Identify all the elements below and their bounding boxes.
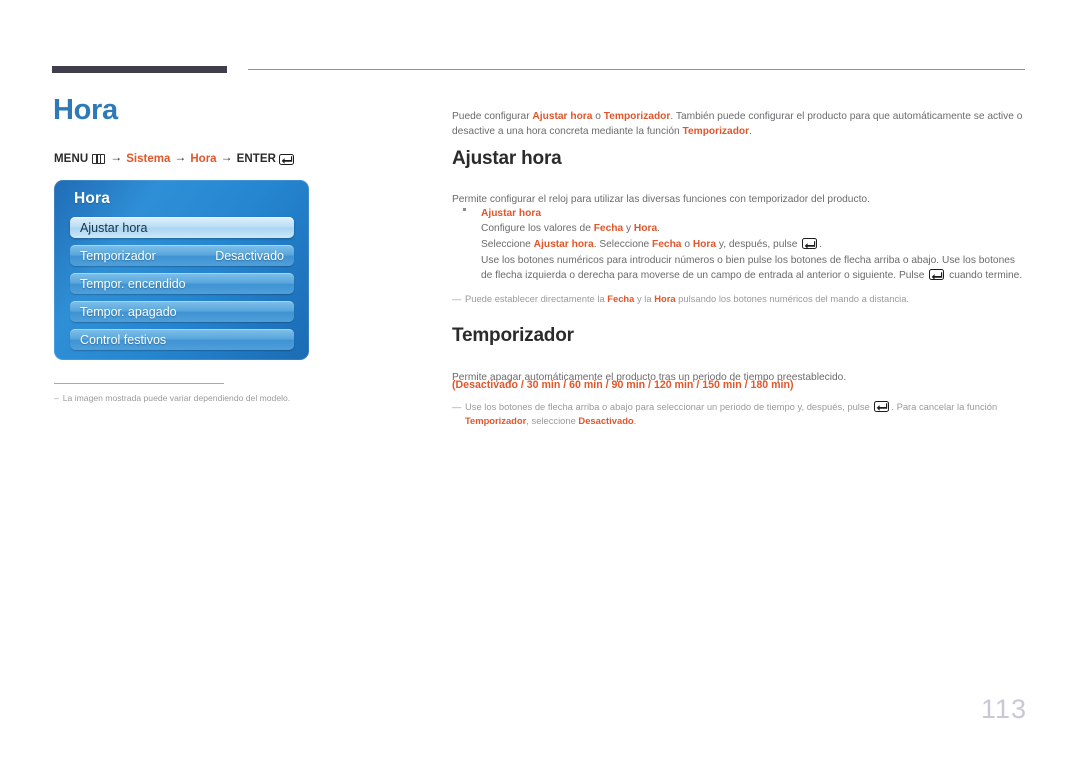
osd-item-label: Tempor. apagado [80,304,177,319]
header-rule-thin [248,69,1025,70]
note-text: Puede establecer directamente la [465,293,608,304]
sub-line-text: y, después, pulse [716,239,801,251]
osd-item-label: Tempor. encendido [80,276,186,291]
enter-key-icon [802,238,818,250]
document-page: Hora MENU → Sistema → Hora → ENTER Hora … [0,0,1080,763]
sub-line-text: . [657,223,660,235]
sub-line-text: cuando termine. [946,270,1023,282]
note-text: . [633,415,637,427]
sub-line-seleccione: Seleccione Ajustar hora. Seleccione Fech… [452,237,1027,253]
osd-item-label: Ajustar hora [80,220,148,235]
highlight-desactivado: Desactivado [578,415,634,427]
sub-line-text: y [623,223,634,235]
osd-item-control-festivos[interactable]: Control festivos [70,329,294,350]
figure-note-dash: – [54,393,59,403]
sub-line-text: . Seleccione [593,239,653,251]
breadcrumb: MENU → Sistema → Hora → ENTER [54,150,295,166]
bullet-title: Ajustar hora [481,208,542,219]
figure-note-text: La imagen mostrada puede variar dependie… [62,393,291,403]
intro-text: . [749,125,752,137]
intro-paragraph: Puede configurar Ajustar hora o Temporiz… [452,110,1027,140]
highlight-hora: Hora [654,293,676,304]
figure-note: – La imagen mostrada puede variar dependi… [54,392,324,404]
highlight-hora: Hora [692,239,717,251]
breadcrumb-step-hora: Hora [190,153,217,165]
breadcrumb-arrow-3: → [220,150,233,164]
breadcrumb-arrow-2: → [174,150,187,164]
temporizador-options: (Desactivado / 30 min / 60 min / 90 min … [452,379,794,391]
page-title: Hora [53,94,118,126]
osd-item-label: Control festivos [80,332,167,347]
osd-menu-panel: Hora Ajustar hora Temporizador Desactiva… [54,180,309,360]
sub-line-text: Seleccione [481,239,534,251]
sub-line-text: . [819,239,823,251]
osd-item-tempor-encendido[interactable]: Tempor. encendido [70,273,294,294]
bullet-row: Ajustar hora [452,203,1027,221]
note-dash: — [452,293,462,304]
menu-grid-icon [92,154,106,164]
osd-item-ajustar-hora[interactable]: Ajustar hora [70,217,294,238]
intro-highlight-temporizador: Temporizador [603,111,671,123]
section-heading-temporizador: Temporizador [452,325,574,346]
section-heading-ajustar-hora: Ajustar hora [452,148,562,169]
bullet-dot-icon [463,208,466,211]
figure-note-rule [54,383,224,384]
osd-item-label: Temporizador [80,248,156,263]
enter-key-icon [874,401,890,412]
osd-item-tempor-apagado[interactable]: Tempor. apagado [70,301,294,322]
note-text: , seleccione [526,415,579,427]
osd-menu-list: Ajustar hora Temporizador Desactivado Te… [70,217,294,357]
intro-highlight-temporizador-2: Temporizador [682,125,750,137]
highlight-temporizador: Temporizador [465,415,527,427]
note-text: . Para cancelar la función [891,401,998,412]
intro-text: o [592,111,604,123]
osd-item-temporizador[interactable]: Temporizador Desactivado [70,245,294,266]
highlight-fecha: Fecha [593,223,624,235]
osd-item-value: Desactivado [215,248,284,263]
sub-line-text: o [681,239,693,251]
header-rule-thick [52,66,227,73]
intro-highlight-ajustar-hora: Ajustar hora [532,111,593,123]
note-temporizador-cancelar: — Use los botones de flecha arriba o abaj… [452,400,1040,428]
highlight-ajustar-hora: Ajustar hora [533,239,594,251]
osd-menu-title: Hora [74,190,111,207]
highlight-fecha: Fecha [652,239,682,251]
enter-key-icon [929,269,945,281]
sub-line-configure-valores: Configure los valores de Fecha y Hora. [452,221,1027,237]
enter-key-icon [279,153,295,165]
breadcrumb-enter-label: ENTER [236,153,277,165]
highlight-hora: Hora [633,223,658,235]
breadcrumb-arrow-1: → [110,150,123,164]
note-text: Use los botones de flecha arriba o abajo… [465,401,873,412]
sub-line-text: Configure los valores de [481,223,594,235]
sub-line-botones-numericos: Use los botones numéricos para introduci… [452,253,1027,284]
bullet-block-ajustar-hora: Ajustar hora Configure los valores de Fe… [452,203,1027,284]
note-fecha-hora-directa: — Puede establecer directamente la Fecha … [452,292,1040,306]
note-text: y la [634,293,655,304]
highlight-fecha: Fecha [607,293,635,304]
intro-text: Puede configurar [452,111,533,123]
breadcrumb-menu-label: MENU [54,153,89,165]
breadcrumb-step-sistema: Sistema [126,153,171,165]
note-text: pulsando los botones numéricos del mando… [675,293,910,304]
note-dash: — [452,401,462,412]
page-number: 113 [980,694,1027,724]
